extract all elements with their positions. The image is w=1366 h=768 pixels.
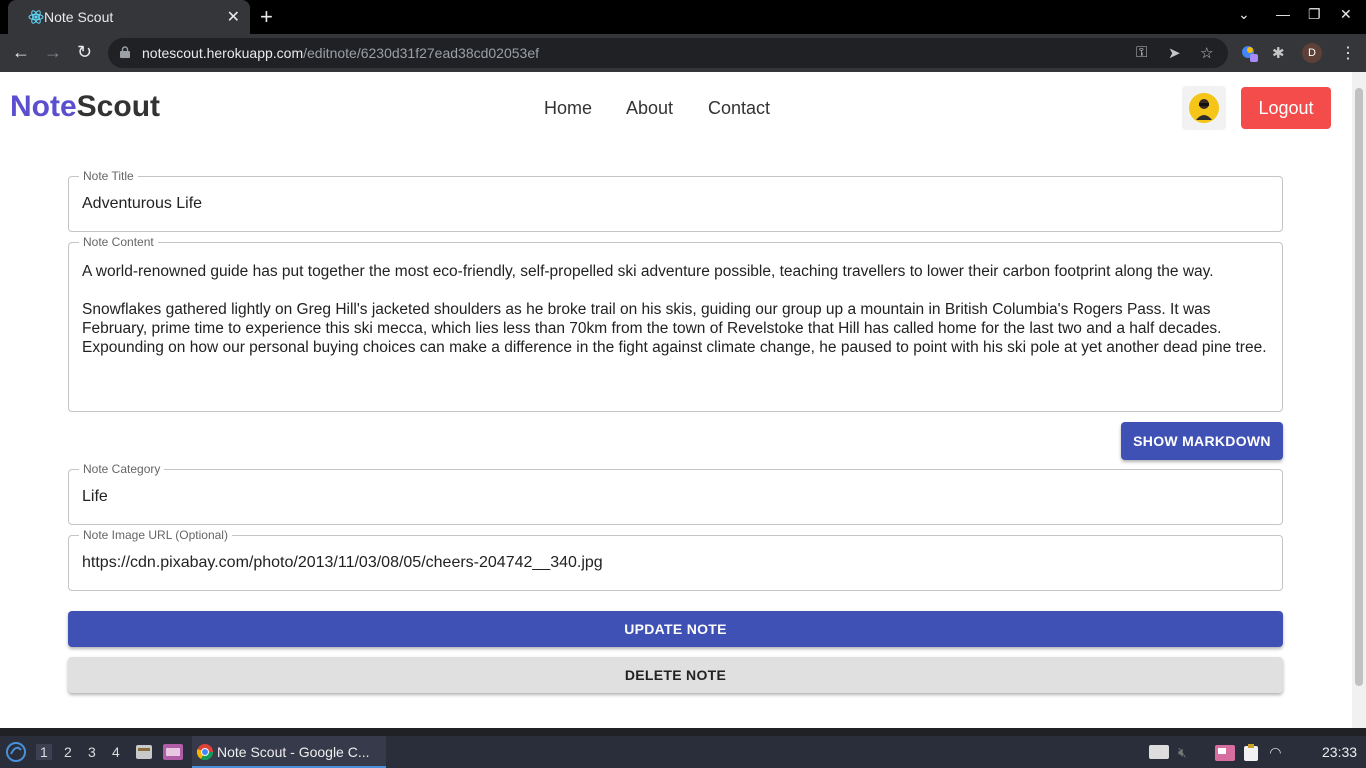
web-page: NoteScout Home About Contact Logout Note… [0, 72, 1352, 728]
reload-icon[interactable]: ↻ [77, 42, 92, 63]
new-tab-icon[interactable]: + [260, 4, 273, 30]
taskbar-chrome-item[interactable]: Note Scout - Google C... [192, 736, 386, 768]
workspace-3[interactable]: 3 [88, 744, 96, 760]
workspace-4[interactable]: 4 [112, 744, 120, 760]
lock-icon [120, 46, 130, 58]
address-bar[interactable]: notescout.herokuapp.com/editnote/6230d31… [108, 38, 1228, 68]
back-icon[interactable]: ← [12, 42, 30, 63]
nav-home[interactable]: Home [544, 98, 592, 119]
clipboard-icon[interactable] [1242, 744, 1260, 762]
user-avatar[interactable] [1182, 86, 1226, 130]
bookmark-star-icon[interactable]: ☆ [1200, 44, 1213, 62]
note-content-textarea[interactable]: A world-renowned guide has put together … [82, 262, 1268, 376]
note-content-label: Note Content [79, 235, 158, 249]
os-taskbar: 1 2 3 4 Note Scout - Google C... 🔇︎ ◜◝ 2… [0, 736, 1366, 768]
show-markdown-button[interactable]: SHOW MARKDOWN [1121, 422, 1283, 460]
note-title-input[interactable]: Adventurous Life [82, 195, 202, 213]
browser-titlebar: Note Scout ✕ + ⌄ — ❐ ✕ [0, 0, 1366, 34]
browser-toolbar: ← → ↻ notescout.herokuapp.com/editnote/6… [0, 34, 1366, 72]
brand-logo[interactable]: NoteScout [10, 90, 160, 124]
extension-icon[interactable] [1240, 44, 1260, 64]
scrollbar-thumb[interactable] [1355, 88, 1363, 686]
note-image-url-label: Note Image URL (Optional) [79, 528, 232, 542]
note-title-field[interactable]: Note Title Adventurous Life [68, 169, 1283, 232]
screenshot-tool-icon[interactable] [1214, 744, 1236, 762]
start-menu-icon[interactable] [6, 742, 26, 762]
nav-about[interactable]: About [626, 98, 673, 119]
send-icon[interactable]: ➤ [1168, 44, 1181, 62]
volume-muted-icon[interactable]: 🔇︎ [1178, 744, 1187, 761]
tab-title: Note Scout [44, 9, 114, 25]
image-viewer-icon[interactable] [162, 743, 184, 761]
content-paragraph: Snowflakes gathered lightly on Greg Hill… [82, 301, 1267, 356]
puzzle-icon[interactable]: ✱ [1272, 44, 1285, 62]
clock: 23:33 [1322, 744, 1358, 760]
keyboard-icon[interactable] [1148, 744, 1170, 760]
react-icon [28, 10, 44, 24]
close-window-icon[interactable]: ✕ [1340, 6, 1352, 23]
delete-note-button[interactable]: DELETE NOTE [68, 657, 1283, 693]
page-scrollbar[interactable] [1352, 72, 1366, 728]
workspace-2[interactable]: 2 [64, 744, 72, 760]
nav-contact[interactable]: Contact [708, 98, 770, 119]
logout-button[interactable]: Logout [1241, 87, 1331, 129]
avatar-icon [1189, 93, 1219, 123]
profile-avatar[interactable]: D [1302, 43, 1322, 63]
note-category-field[interactable]: Note Category Life [68, 462, 1283, 525]
key-icon[interactable]: ⚿ [1136, 44, 1147, 61]
note-content-field[interactable]: Note Content A world-renowned guide has … [68, 235, 1283, 412]
chrome-icon [196, 744, 214, 761]
tab-search-icon[interactable]: ⌄ [1238, 6, 1250, 23]
content-paragraph: A world-renowned guide has put together … [82, 263, 1214, 280]
url-text: notescout.herokuapp.com/editnote/6230d31… [142, 45, 539, 61]
note-image-url-field[interactable]: Note Image URL (Optional) https://cdn.pi… [68, 528, 1283, 591]
taskbar-item-label: Note Scout - Google C... [217, 744, 370, 760]
note-image-url-input[interactable]: https://cdn.pixabay.com/photo/2013/11/03… [82, 554, 603, 572]
note-category-label: Note Category [79, 462, 165, 476]
browser-tab[interactable]: Note Scout ✕ [8, 0, 250, 34]
workspace-1[interactable]: 1 [36, 744, 52, 760]
minimize-icon[interactable]: — [1276, 6, 1290, 22]
close-tab-icon[interactable]: ✕ [227, 7, 240, 27]
file-manager-icon[interactable] [135, 743, 153, 761]
wifi-icon[interactable]: ◜◝ [1270, 744, 1281, 761]
maximize-icon[interactable]: ❐ [1308, 6, 1321, 23]
note-category-input[interactable]: Life [82, 488, 108, 506]
menu-dots-icon[interactable]: ⋮ [1340, 43, 1356, 63]
forward-icon[interactable]: → [44, 42, 62, 63]
update-note-button[interactable]: UPDATE NOTE [68, 611, 1283, 647]
note-title-label: Note Title [79, 169, 138, 183]
